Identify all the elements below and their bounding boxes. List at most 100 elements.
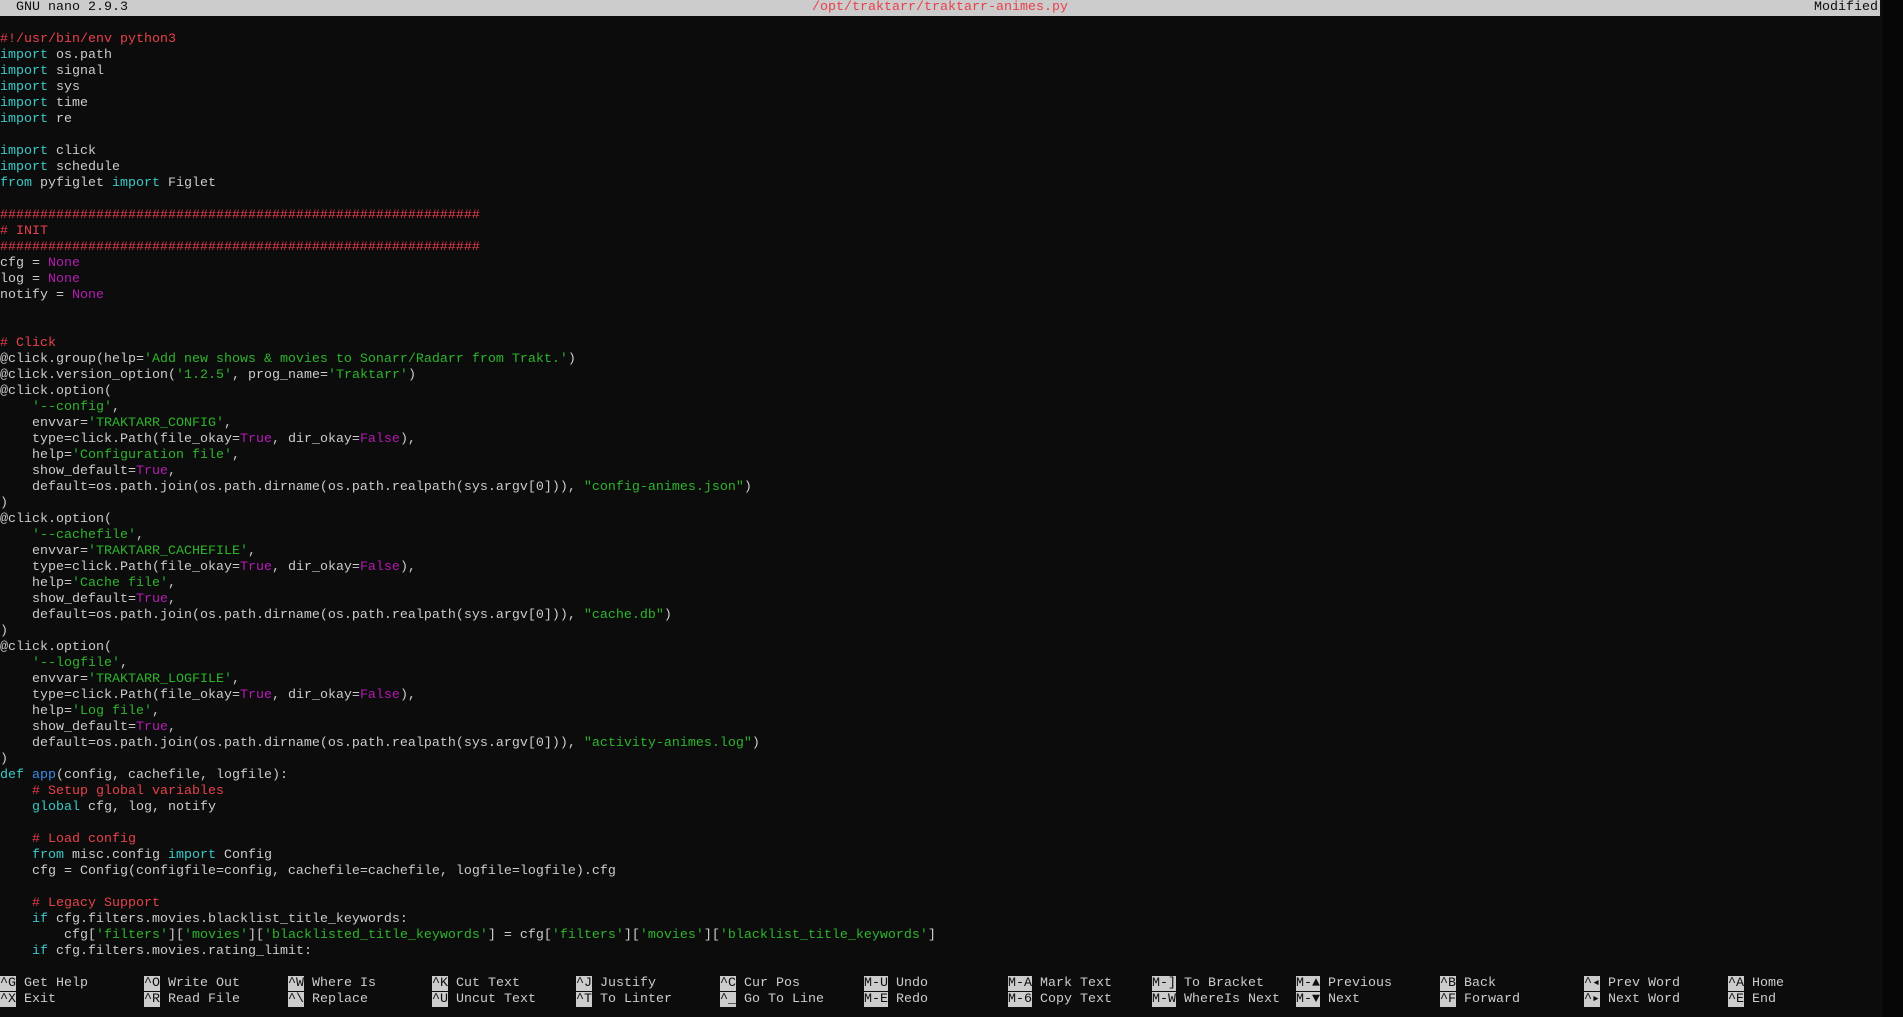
code-line[interactable]: import schedule (0, 160, 936, 176)
shortcut-item[interactable]: M-6 Copy Text (1008, 992, 1112, 1008)
shortcut-key: ^U (432, 992, 448, 1007)
code-line[interactable]: notify = None (0, 288, 936, 304)
code-line[interactable]: if cfg.filters.movies.rating_limit: (0, 944, 936, 960)
shortcut-item[interactable]: M-] To Bracket (1152, 976, 1264, 992)
code-line[interactable] (0, 304, 936, 320)
shortcut-item[interactable]: ^U Uncut Text (432, 992, 536, 1008)
code-line[interactable]: ########################################… (0, 240, 936, 256)
code-line[interactable]: def app(config, cachefile, logfile): (0, 768, 936, 784)
code-line[interactable]: if cfg.filters.movies.blacklist_title_ke… (0, 912, 936, 928)
code-token: 'Configuration file' (71, 448, 232, 463)
code-line[interactable] (0, 128, 936, 144)
code-line[interactable]: @click.group(help='Add new shows & movie… (0, 352, 936, 368)
code-line[interactable]: envvar='TRAKTARR_CACHEFILE', (0, 544, 936, 560)
code-line[interactable]: default=os.path.join(os.path.dirname(os.… (0, 608, 936, 624)
code-line[interactable]: cfg = Config(configfile=config, cachefil… (0, 864, 936, 880)
code-line[interactable]: @click.option( (0, 384, 936, 400)
code-line[interactable]: @click.option( (0, 640, 936, 656)
shortcut-item[interactable]: M-A Mark Text (1008, 976, 1112, 992)
code-line[interactable]: help='Log file', (0, 704, 936, 720)
code-line[interactable]: default=os.path.join(os.path.dirname(os.… (0, 480, 936, 496)
code-token: '1.2.5' (175, 368, 232, 383)
code-line[interactable]: # Legacy Support (0, 896, 936, 912)
code-line[interactable]: default=os.path.join(os.path.dirname(os.… (0, 736, 936, 752)
shortcut-label: To Bracket (1184, 976, 1264, 991)
code-line[interactable]: show_default=True, (0, 720, 936, 736)
shortcut-item[interactable]: M-E Redo (864, 992, 928, 1008)
code-line[interactable]: from misc.config import Config (0, 848, 936, 864)
shortcut-label: To Linter (600, 992, 672, 1007)
code-line[interactable]: # INIT (0, 224, 936, 240)
code-token: , dir_okay= (271, 688, 360, 703)
code-line[interactable]: '--logfile', (0, 656, 936, 672)
shortcut-item[interactable]: ^T To Linter (576, 992, 672, 1008)
code-line[interactable]: # Load config (0, 832, 936, 848)
code-line[interactable]: @click.version_option('1.2.5', prog_name… (0, 368, 936, 384)
code-token: help= (0, 448, 72, 463)
code-token: show_default= (0, 464, 136, 479)
shortcut-item[interactable]: ^W Where Is (288, 976, 376, 992)
code-line[interactable]: type=click.Path(file_okay=True, dir_okay… (0, 432, 936, 448)
shortcut-label: Cut Text (456, 976, 520, 991)
code-line[interactable] (0, 320, 936, 336)
terminal-window[interactable]: /opt/traktarr/traktarr-animes.py GNU nan… (0, 0, 1883, 1017)
code-editor[interactable]: #!/usr/bin/env python3 import os.path impo… (0, 32, 936, 960)
shortcut-item[interactable]: M-▼ Next (1296, 992, 1360, 1008)
code-token: '--cachefile' (32, 528, 136, 543)
code-line[interactable]: help='Configuration file', (0, 448, 936, 464)
code-line[interactable]: import signal (0, 64, 936, 80)
code-line[interactable]: ) (0, 624, 936, 640)
shortcut-item[interactable]: ^X Exit (0, 992, 56, 1008)
shortcut-item[interactable]: M-U Undo (864, 976, 928, 992)
shortcut-item[interactable]: ^R Read File (144, 992, 240, 1008)
code-line[interactable]: from pyfiglet import Figlet (0, 176, 936, 192)
code-line[interactable] (0, 880, 936, 896)
shortcut-item[interactable]: ^B Back (1440, 976, 1496, 992)
code-line[interactable]: ) (0, 752, 936, 768)
code-line[interactable]: cfg['filters']['movies']['blacklisted_ti… (0, 928, 936, 944)
code-line[interactable]: #!/usr/bin/env python3 (0, 32, 936, 48)
shortcut-item[interactable]: ^_ Go To Line (720, 992, 824, 1008)
code-line[interactable]: ########################################… (0, 208, 936, 224)
shortcut-key: M-A (1008, 976, 1032, 991)
shortcut-item[interactable]: ^J Justify (576, 976, 656, 992)
shortcut-item[interactable]: ^◂ Prev Word (1584, 976, 1680, 992)
shortcut-item[interactable]: ^\ Replace (288, 992, 368, 1008)
code-line[interactable]: @click.option( (0, 512, 936, 528)
code-line[interactable] (0, 816, 936, 832)
code-line[interactable]: '--cachefile', (0, 528, 936, 544)
shortcut-item[interactable]: M-▲ Previous (1296, 976, 1392, 992)
code-line[interactable]: ) (0, 496, 936, 512)
code-line[interactable]: log = None (0, 272, 936, 288)
code-line[interactable]: import sys (0, 80, 936, 96)
code-line[interactable]: # Setup global variables (0, 784, 936, 800)
code-line[interactable]: help='Cache file', (0, 576, 936, 592)
code-line[interactable]: cfg = None (0, 256, 936, 272)
shortcut-item[interactable]: ^A Home (1728, 976, 1784, 992)
code-line[interactable]: envvar='TRAKTARR_LOGFILE', (0, 672, 936, 688)
shortcut-item[interactable]: ^F Forward (1440, 992, 1520, 1008)
shortcut-key: ^◂ (1584, 976, 1601, 991)
code-line[interactable]: type=click.Path(file_okay=True, dir_okay… (0, 688, 936, 704)
code-line[interactable]: envvar='TRAKTARR_CONFIG', (0, 416, 936, 432)
code-line[interactable]: # Click (0, 336, 936, 352)
shortcut-item[interactable]: ^▸ Next Word (1584, 992, 1680, 1008)
code-line[interactable]: show_default=True, (0, 464, 936, 480)
code-line[interactable]: import time (0, 96, 936, 112)
code-line[interactable] (0, 192, 936, 208)
shortcut-item[interactable]: ^K Cut Text (432, 976, 520, 992)
code-line[interactable]: '--config', (0, 400, 936, 416)
code-line[interactable]: show_default=True, (0, 592, 936, 608)
code-line[interactable]: import os.path (0, 48, 936, 64)
shortcut-item[interactable]: ^C Cur Pos (720, 976, 800, 992)
code-line[interactable]: import click (0, 144, 936, 160)
code-line[interactable]: global cfg, log, notify (0, 800, 936, 816)
shortcut-item[interactable]: ^O Write Out (144, 976, 240, 992)
code-line[interactable]: import re (0, 112, 936, 128)
code-token: False (359, 560, 400, 575)
shortcut-item[interactable]: ^G Get Help (0, 976, 88, 992)
shortcut-item[interactable]: M-W WhereIs Next (1152, 992, 1280, 1008)
code-token: help= (0, 576, 72, 591)
shortcut-item[interactable]: ^E End (1728, 992, 1776, 1008)
code-line[interactable]: type=click.Path(file_okay=True, dir_okay… (0, 560, 936, 576)
